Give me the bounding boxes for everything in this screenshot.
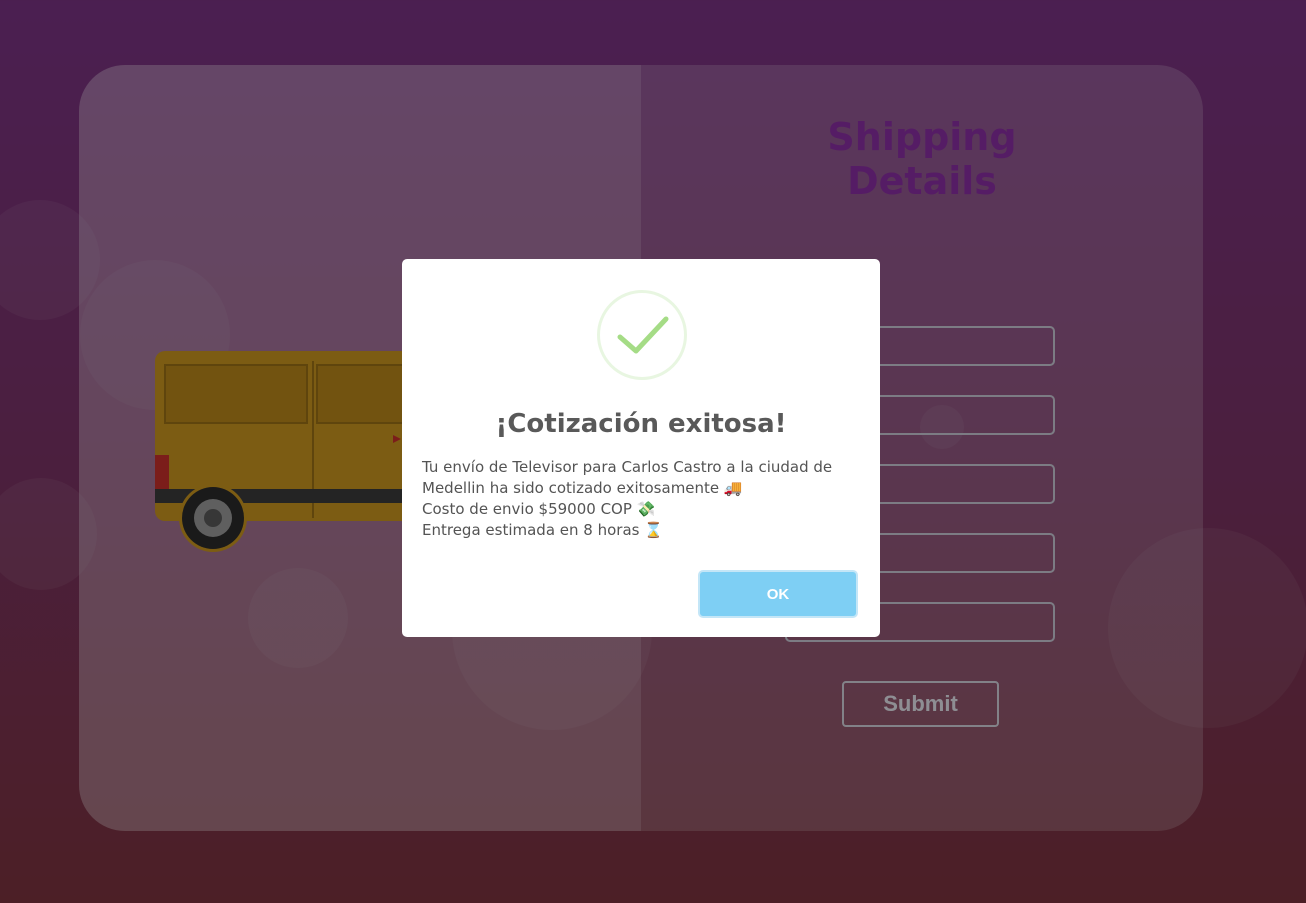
dialog-message: Tu envío de Televisor para Carlos Castro…	[422, 457, 862, 541]
message-line: Costo de envio $59000 COP 💸	[422, 500, 656, 518]
message-line: Tu envío de Televisor para Carlos Castro…	[422, 458, 833, 497]
message-line: Entrega estimada en 8 horas ⌛	[422, 521, 663, 539]
dialog-title: ¡Cotización exitosa!	[495, 409, 787, 439]
success-dialog: ¡Cotización exitosa! Tu envío de Televis…	[402, 259, 880, 637]
ok-button[interactable]: OK	[698, 570, 858, 618]
success-check-icon	[597, 290, 687, 380]
